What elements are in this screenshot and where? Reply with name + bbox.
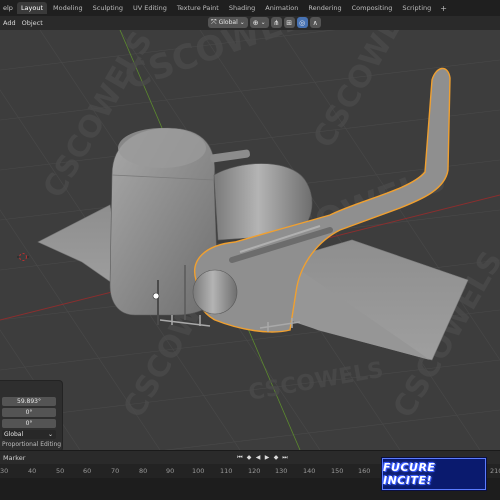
falloff-dropdown[interactable]: ∧ <box>309 17 321 28</box>
frame-tick: 210 <box>490 467 500 475</box>
tab-shading[interactable]: Shading <box>225 2 259 14</box>
play-reverse-icon[interactable]: ◀ <box>254 453 262 462</box>
next-keyframe-icon[interactable]: ◆ <box>272 453 280 462</box>
chevron-down-icon: ⌄ <box>260 19 266 26</box>
object-origin <box>152 292 160 300</box>
frame-tick: 120 <box>248 467 261 475</box>
frame-tick: 160 <box>358 467 371 475</box>
frame-tick: 130 <box>275 467 288 475</box>
object-menu[interactable]: Object <box>19 17 46 29</box>
svg-text:CSCOWELS: CSCOWELS <box>247 358 386 406</box>
play-icon[interactable]: ▶ <box>263 453 271 462</box>
frame-tick: 150 <box>331 467 344 475</box>
tab-sculpting[interactable]: Sculpting <box>89 2 127 14</box>
jump-end-icon[interactable]: ⏭ <box>281 453 289 462</box>
tab-layout[interactable]: Layout <box>16 2 48 14</box>
snap-icon: ⋔ <box>273 18 280 27</box>
tab-animation[interactable]: Animation <box>261 2 302 14</box>
frame-tick: 100 <box>192 467 205 475</box>
prev-keyframe-icon[interactable]: ◆ <box>245 453 253 462</box>
proportional-editing-label: Proportional Editing <box>2 441 62 448</box>
frame-tick: 30 <box>0 467 9 475</box>
orientation-icon: ⤧ <box>211 18 217 26</box>
tab-scripting[interactable]: Scripting <box>398 2 435 14</box>
tab-rendering[interactable]: Rendering <box>304 2 345 14</box>
snap-toggle[interactable]: ⋔ <box>270 17 282 28</box>
angle-field[interactable]: 59.893° <box>2 397 56 406</box>
viewport-canvas: CSCOWELS CSCOWELS CSCOWELS CSCOWELS CSCO… <box>0 30 500 450</box>
logo-text: FUCURE INCITE! <box>383 461 436 487</box>
chevron-down-icon: ⌄ <box>47 431 53 438</box>
frame-tick: 40 <box>28 467 37 475</box>
proportional-icon: ◎ <box>299 18 306 27</box>
axis-field-3[interactable]: 0° <box>2 419 56 428</box>
frame-tick: 60 <box>83 467 92 475</box>
future-incite-logo: FUCURE INCITE! <box>382 458 486 490</box>
frame-tick: 80 <box>139 467 148 475</box>
add-workspace-button[interactable]: + <box>436 4 451 13</box>
svg-text:CSCOWELS: CSCOWELS <box>307 30 430 154</box>
orientation-select-value: Global <box>4 431 24 438</box>
orientation-value: Global <box>218 19 238 26</box>
tab-texture-paint[interactable]: Texture Paint <box>173 2 223 14</box>
jump-start-icon[interactable]: ⏮ <box>236 453 244 462</box>
grid-icon: ⊞ <box>286 18 293 27</box>
tab-compositing[interactable]: Compositing <box>348 2 397 14</box>
viewport-header: Add Object ⤧ Global ⌄ ⊕ ⌄ ⋔ ⊞ ◎ ∧ <box>0 16 500 30</box>
operator-panel: 59.893° 0° 0° Global ⌄ Proportional Edit… <box>0 380 63 452</box>
3d-viewport[interactable]: CSCOWELS CSCOWELS CSCOWELS CSCOWELS CSCO… <box>0 30 500 450</box>
frame-tick: 70 <box>111 467 120 475</box>
tab-modeling[interactable]: Modeling <box>49 2 87 14</box>
orientation-select[interactable]: Global ⌄ <box>2 430 56 439</box>
workspace-bar: elp Layout Modeling Sculpting UV Editing… <box>0 0 500 17</box>
proportional-toggle[interactable]: ◎ <box>296 17 308 28</box>
orientation-dropdown[interactable]: ⤧ Global ⌄ <box>208 17 248 28</box>
add-menu[interactable]: Add <box>0 17 19 29</box>
marker-menu[interactable]: Marker <box>3 454 25 462</box>
frame-tick: 110 <box>220 467 233 475</box>
axis-field-2[interactable]: 0° <box>2 408 56 417</box>
snap-options[interactable]: ⊞ <box>283 17 295 28</box>
frame-tick: 140 <box>303 467 316 475</box>
falloff-icon: ∧ <box>312 18 318 27</box>
pivot-icon: ⊕ <box>252 18 259 27</box>
playback-controls: ⏮ ◆ ◀ ▶ ◆ ⏭ <box>236 453 290 462</box>
help-menu[interactable]: elp <box>0 4 16 12</box>
frame-tick: 50 <box>56 467 65 475</box>
pivot-dropdown[interactable]: ⊕ ⌄ <box>249 17 269 28</box>
frame-tick: 90 <box>166 467 175 475</box>
chevron-down-icon: ⌄ <box>239 19 245 26</box>
tab-uv-editing[interactable]: UV Editing <box>129 2 171 14</box>
3d-cursor <box>17 253 29 261</box>
